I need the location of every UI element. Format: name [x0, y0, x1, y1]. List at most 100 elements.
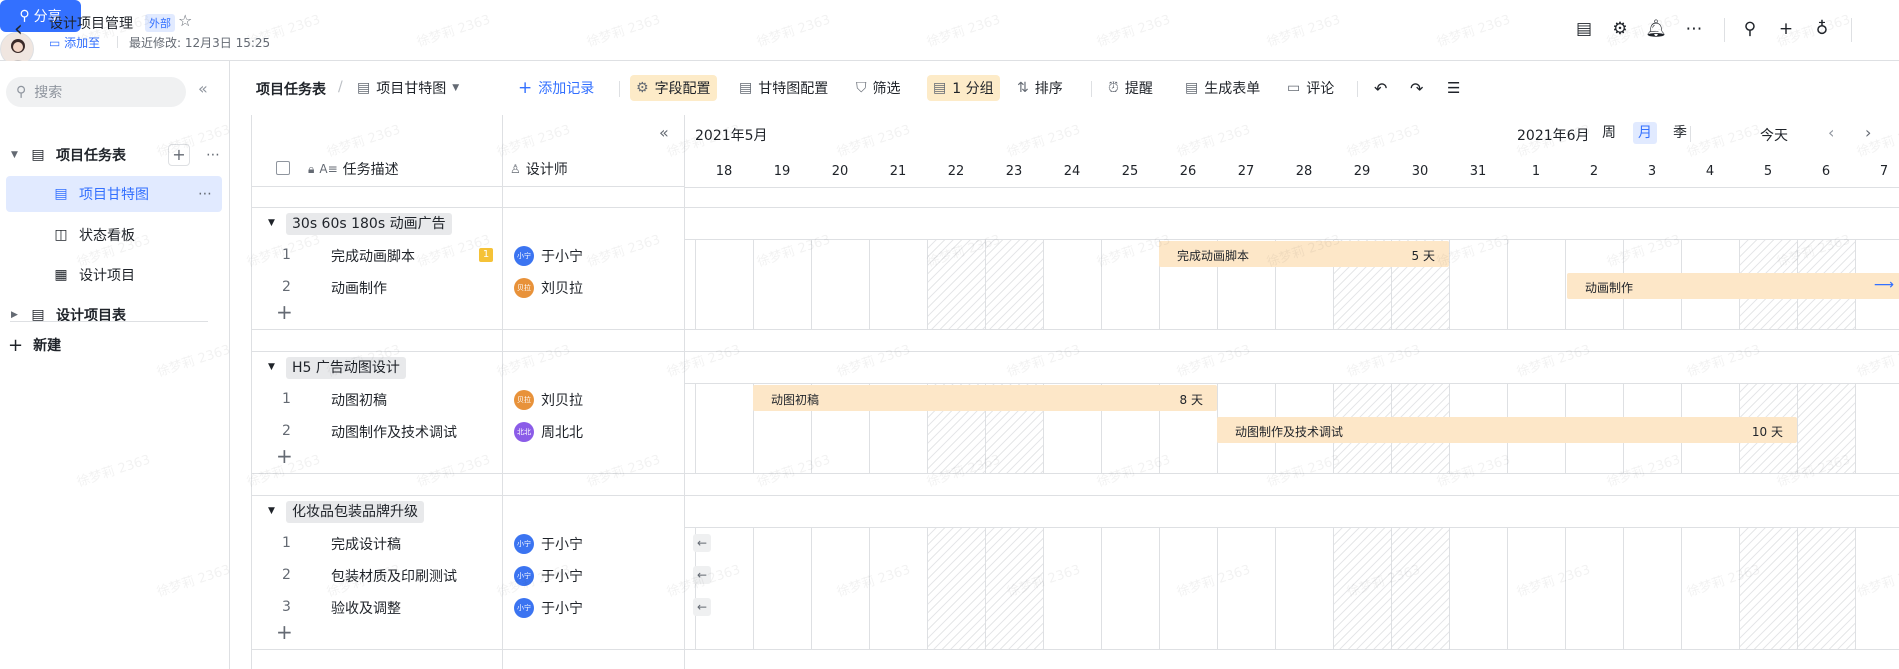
weekend-shade: [985, 240, 1043, 329]
gantt-bar[interactable]: 完成动画脚本 5 天: [1159, 241, 1449, 267]
robot-icon[interactable]: ⚙: [1609, 18, 1631, 40]
task-cell[interactable]: 动画制作: [331, 278, 387, 298]
task-cell[interactable]: 动图制作及技术调试: [331, 422, 457, 442]
task-cell[interactable]: 验收及调整: [331, 598, 401, 618]
more-icon[interactable]: ⋯: [206, 147, 220, 163]
add-to-link[interactable]: ▭ 添加至: [49, 34, 100, 51]
redo-icon[interactable]: ↷: [1404, 75, 1429, 101]
caret-right-icon[interactable]: ▶: [11, 310, 23, 320]
collapse-sidebar-icon[interactable]: «: [198, 79, 208, 98]
collapse-grid-icon[interactable]: «: [659, 123, 669, 142]
undo-icon[interactable]: ↶: [1368, 75, 1393, 101]
generate-form-button[interactable]: ▤ 生成表单: [1179, 75, 1266, 101]
gantt-bar[interactable]: 动画制作 ⟶: [1567, 273, 1899, 299]
designer-cell[interactable]: 于小宁: [541, 598, 583, 618]
comment-count-badge[interactable]: 1: [479, 248, 493, 262]
add-row-button[interactable]: +: [276, 444, 293, 468]
group-button[interactable]: ▤ 1 分组: [927, 75, 1000, 101]
caret-down-icon[interactable]: ▼: [268, 362, 275, 372]
breadcrumb-separator: /: [338, 79, 343, 95]
star-icon[interactable]: ☆: [178, 11, 192, 30]
more-icon[interactable]: ⋯: [198, 186, 212, 202]
task-cell[interactable]: 完成设计稿: [331, 534, 401, 554]
today-button[interactable]: 今天: [1760, 125, 1788, 145]
plus-icon[interactable]: +: [1775, 18, 1797, 40]
caret-down-icon[interactable]: ▼: [268, 506, 275, 516]
table-row[interactable]: 2 包装材质及印刷测试 小宁 于小宁: [252, 559, 685, 591]
group-header[interactable]: ▼ 化妆品包装品牌升级: [252, 496, 685, 527]
view-week[interactable]: 周: [1597, 122, 1621, 144]
sidebar-item-status-board[interactable]: ◫ 状态看板: [0, 217, 230, 253]
task-cell[interactable]: 包装材质及印刷测试: [331, 566, 457, 586]
gantt-bar[interactable]: 动图制作及技术调试 10 天: [1217, 417, 1797, 443]
sidebar-search[interactable]: ⚲ 搜索: [6, 77, 186, 107]
folder-icon: ▭: [49, 36, 61, 50]
caret-down-icon[interactable]: ▼: [268, 218, 275, 228]
more-icon[interactable]: ⋯: [1683, 18, 1705, 40]
designer-cell[interactable]: 刘贝拉: [541, 278, 583, 298]
table-name[interactable]: 项目任务表: [256, 79, 326, 99]
bell-icon[interactable]: 🔔︎: [1645, 18, 1667, 40]
arrow-left-icon[interactable]: ←: [693, 598, 711, 616]
sidebar-item-project-task-table[interactable]: ▼ ▤ 项目任务表 + ⋯: [0, 137, 230, 173]
back-icon[interactable]: ‹: [14, 18, 34, 42]
chevron-left-icon[interactable]: ‹: [1828, 123, 1834, 142]
remind-button[interactable]: ⏰︎ 提醒: [1102, 75, 1159, 101]
doc-title[interactable]: 设计项目管理: [49, 13, 133, 33]
sidebar-item-project-gantt[interactable]: ▤ 项目甘特图 ⋯: [6, 176, 222, 212]
arrow-right-icon[interactable]: ⟶: [1874, 277, 1894, 293]
search-icon[interactable]: ⚲: [1739, 18, 1761, 40]
divider: [1690, 126, 1691, 142]
gridline: [811, 528, 812, 649]
caret-down-icon[interactable]: ▼: [11, 150, 23, 160]
column-header-designer[interactable]: ♙ 设计师: [510, 159, 568, 179]
filter-button[interactable]: ⛉ 筛选: [850, 75, 907, 101]
task-cell[interactable]: 完成动画脚本: [331, 246, 415, 266]
gantt-icon: ▤: [357, 80, 371, 96]
comment-button[interactable]: ▭ 评论: [1281, 75, 1340, 101]
gantt-bar[interactable]: 动图初稿 8 天: [753, 385, 1217, 411]
field-config-button[interactable]: ⚙ 字段配置: [630, 75, 717, 101]
designer-cell[interactable]: 周北北: [541, 422, 583, 442]
task-cell[interactable]: 动图初稿: [331, 390, 387, 410]
add-record-button[interactable]: + 添加记录: [512, 75, 600, 101]
bulb-icon[interactable]: ♁: [1811, 18, 1833, 40]
view-switcher[interactable]: ▤ 项目甘特图 ▼: [351, 75, 465, 101]
table-row[interactable]: 2 动图制作及技术调试 北北 周北北: [252, 415, 685, 447]
gantt-config-button[interactable]: ▤ 甘特图配置: [733, 75, 834, 101]
gridline: [1623, 528, 1624, 649]
gridline: [1797, 528, 1798, 649]
designer-cell[interactable]: 于小宁: [541, 566, 583, 586]
add-row-button[interactable]: +: [276, 300, 293, 324]
add-view-button[interactable]: +: [168, 144, 190, 166]
group-header[interactable]: ▼ 30s 60s 180s 动画广告: [252, 208, 685, 239]
select-all-checkbox[interactable]: [276, 161, 290, 175]
add-row-button[interactable]: +: [276, 620, 293, 644]
table-row[interactable]: 2 动画制作 贝拉 刘贝拉: [252, 271, 685, 303]
grid-icon: ▦: [54, 267, 68, 283]
column-divider: [502, 115, 503, 669]
new-button[interactable]: + 新建: [0, 327, 230, 363]
search-input[interactable]: 搜索: [34, 82, 62, 102]
designer-cell[interactable]: 于小宁: [541, 246, 583, 266]
column-header-task[interactable]: 🔒︎ A≡ 任务描述: [308, 159, 399, 179]
group-header[interactable]: ▼ H5 广告动图设计: [252, 352, 685, 383]
weekend-shade: [927, 528, 985, 649]
plus-icon: +: [8, 334, 24, 356]
table-row[interactable]: 1 完成设计稿 小宁 于小宁: [252, 527, 685, 559]
sort-button[interactable]: ⇅ 排序: [1011, 75, 1069, 101]
view-month[interactable]: 月: [1633, 122, 1657, 144]
table-row[interactable]: 1 完成动画脚本 1 小宁 于小宁: [252, 239, 685, 271]
doc-info-icon[interactable]: ▤: [1573, 18, 1595, 40]
designer-cell[interactable]: 刘贝拉: [541, 390, 583, 410]
month-label: 2021年5月: [695, 128, 768, 144]
chevron-right-icon[interactable]: ›: [1865, 123, 1871, 142]
table-row[interactable]: 3 验收及调整 小宁 于小宁: [252, 591, 685, 623]
find-icon[interactable]: ☰: [1441, 75, 1466, 101]
arrow-left-icon[interactable]: ←: [693, 566, 711, 584]
arrow-left-icon[interactable]: ←: [693, 534, 711, 552]
table-row[interactable]: 1 动图初稿 贝拉 刘贝拉: [252, 383, 685, 415]
sidebar-item-design-project[interactable]: ▦ 设计项目: [0, 257, 230, 293]
designer-cell[interactable]: 于小宁: [541, 534, 583, 554]
view-quarter[interactable]: 季: [1668, 122, 1692, 144]
